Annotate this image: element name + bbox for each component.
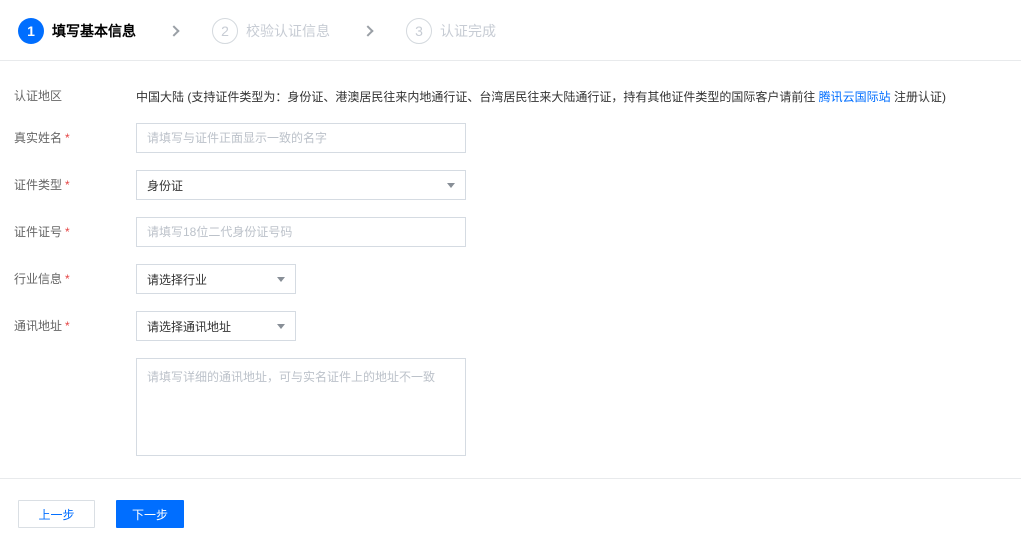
address-detail-textarea[interactable]: [136, 358, 466, 456]
caret-down-icon: [447, 182, 455, 188]
id-type-selected-value: 身份证: [147, 178, 184, 193]
address-selected-value: 请选择通讯地址: [147, 319, 232, 334]
previous-step-button[interactable]: 上一步: [18, 500, 95, 528]
id-type-select[interactable]: 身份证: [136, 170, 466, 200]
region-value-suffix: 注册认证): [890, 90, 947, 104]
chevron-right-icon: [362, 25, 374, 37]
basic-info-form: 认证地区 中国大陆 (支持证件类型为：身份证、港澳居民往来内地通行证、台湾居民往…: [0, 61, 1021, 456]
real-name-label: 真实姓名 *: [14, 131, 70, 145]
real-name-input[interactable]: [136, 123, 466, 153]
region-value: 中国大陆 (支持证件类型为：身份证、港澳居民往来内地通行证、台湾居民往来大陆通行…: [136, 87, 946, 106]
step-1-label: 填写基本信息: [52, 23, 136, 39]
region-value-text: 中国大陆 (支持证件类型为：身份证、港澳居民往来内地通行证、台湾居民往来大陆通行…: [136, 90, 819, 104]
industry-label: 行业信息 *: [14, 272, 70, 286]
required-asterisk: *: [65, 225, 70, 239]
required-asterisk: *: [65, 272, 70, 286]
international-site-link[interactable]: 腾讯云国际站: [819, 90, 891, 104]
id-number-label: 证件证号 *: [14, 225, 70, 239]
id-number-row: 证件证号 *: [14, 217, 1021, 247]
address-detail-label-spacer: [14, 358, 136, 456]
required-asterisk: *: [65, 131, 70, 145]
step-1-basic-info: 1 填写基本信息: [18, 18, 136, 44]
industry-selected-value: 请选择行业: [147, 272, 208, 287]
step-3-label: 认证完成: [440, 23, 496, 39]
address-row: 通讯地址 * 请选择通讯地址: [14, 311, 1021, 341]
caret-down-icon: [277, 276, 285, 282]
step-2-number-badge: 2: [212, 18, 238, 44]
id-type-label: 证件类型 *: [14, 178, 70, 192]
required-asterisk: *: [65, 178, 70, 192]
step-1-number-badge: 1: [18, 18, 44, 44]
next-step-button[interactable]: 下一步: [116, 500, 184, 528]
step-wizard: 1 填写基本信息 2 校验认证信息 3 认证完成: [0, 0, 1021, 61]
step-2-verify-info: 2 校验认证信息: [212, 18, 330, 44]
address-detail-row: [14, 358, 1021, 456]
id-type-row: 证件类型 * 身份证: [14, 170, 1021, 200]
real-name-row: 真实姓名 *: [14, 123, 1021, 153]
required-asterisk: *: [65, 319, 70, 333]
step-3-number-badge: 3: [406, 18, 432, 44]
address-label: 通讯地址 *: [14, 319, 70, 333]
caret-down-icon: [277, 323, 285, 329]
industry-select[interactable]: 请选择行业: [136, 264, 296, 294]
footer-actions: 上一步 下一步: [0, 479, 1021, 528]
region-row: 认证地区 中国大陆 (支持证件类型为：身份证、港澳居民往来内地通行证、台湾居民往…: [14, 87, 1021, 106]
id-number-input[interactable]: [136, 217, 466, 247]
step-2-label: 校验认证信息: [246, 23, 330, 39]
industry-row: 行业信息 * 请选择行业: [14, 264, 1021, 294]
address-region-select[interactable]: 请选择通讯地址: [136, 311, 296, 341]
step-3-complete: 3 认证完成: [406, 18, 496, 44]
region-label: 认证地区: [14, 89, 63, 103]
chevron-right-icon: [168, 25, 180, 37]
